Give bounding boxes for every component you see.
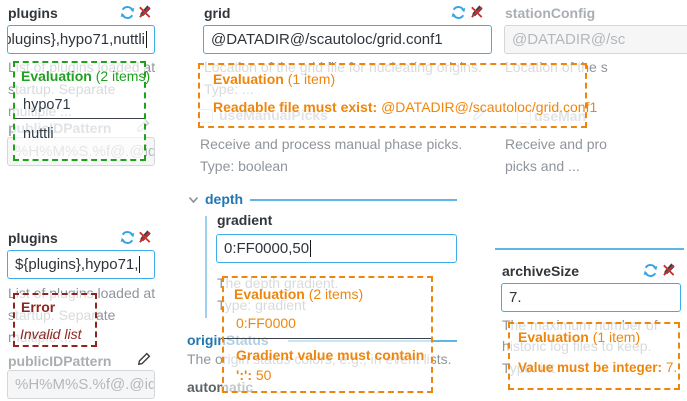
eval-item: nuttli (23, 126, 144, 142)
text-caret (146, 31, 147, 48)
scconfig-window: plugins ${plugins},hypo71,nuttli List of… (0, 0, 687, 401)
plugins-input-value: ${plugins},hypo71, (15, 256, 138, 273)
refresh-icon[interactable] (120, 230, 135, 245)
plugins-label: plugins (8, 5, 58, 21)
error-title: Error (21, 299, 95, 315)
error-message: Invalid list (20, 326, 95, 342)
publicIDPattern-value: %H%M%S.%f@.@id@ (15, 376, 155, 393)
evaluation-tooltip-gradient: Evaluation (2 items) 0:FF0000 Gradient v… (222, 276, 433, 393)
plugins-input[interactable]: ${plugins},hypo71,nuttli (7, 25, 155, 54)
grid-input[interactable]: @DATADIR@/scautoloc/grid.conf1 (203, 25, 492, 54)
eval-message-value: 50 (256, 367, 272, 383)
stationConfig-input[interactable]: @DATADIR@/sc (504, 25, 687, 54)
useManualPicks-description-line1: Receive and pro (505, 133, 607, 155)
reset-value-icon[interactable] (661, 262, 677, 277)
archiveSize-label: archiveSize (502, 263, 579, 279)
eval-separator (224, 338, 431, 339)
eval-message: Readable file must exist: @DATADIR@/scau… (213, 99, 585, 115)
gradient-input[interactable]: 0:FF0000,50 (216, 234, 457, 263)
plugins-input[interactable]: ${plugins},hypo71, (7, 250, 155, 279)
gradient-label: gradient (217, 212, 272, 228)
eval-title: Evaluation (518, 329, 589, 345)
stationConfig-label: stationConfig (505, 5, 595, 21)
reset-value-icon[interactable] (137, 229, 153, 244)
evaluation-tooltip-plugins: Evaluation (2 items) hypo71 nuttli (13, 61, 146, 161)
refresh-icon[interactable] (120, 5, 135, 20)
section-depth-title[interactable]: depth (205, 191, 243, 207)
section-line (250, 199, 457, 201)
eval-count: (1 item) (288, 71, 335, 87)
reset-value-icon[interactable] (469, 4, 485, 19)
eval-message-value: 7. (666, 360, 677, 375)
eval-count: (2 items) (96, 68, 150, 84)
eval-count: (1 item) (593, 329, 640, 345)
eval-header: Evaluation (2 items) (234, 286, 431, 302)
archiveSize-input[interactable]: 7. (501, 283, 681, 312)
eval-separator (15, 118, 144, 119)
edit-pencil-icon[interactable] (137, 352, 151, 366)
eval-title: Evaluation (21, 68, 92, 84)
useManualPicks-type: Type: boolean (200, 155, 288, 177)
eval-title: Evaluation (213, 71, 284, 87)
plugins-label: plugins (8, 230, 58, 246)
grid-input-value: @DATADIR@/scautoloc/grid.conf1 (211, 31, 443, 48)
useManualPicks-description: Receive and process manual phase picks. (200, 133, 462, 155)
text-caret (310, 240, 311, 257)
gradient-input-value: 0:FF0000,50 (224, 240, 309, 257)
archiveSize-input-value: 7. (509, 289, 522, 306)
eval-count: (2 items) (309, 286, 363, 302)
publicIDPattern-label: publicIDPattern (8, 353, 111, 369)
reset-value-icon[interactable] (137, 4, 153, 19)
eval-header: Evaluation (2 items) (21, 68, 144, 84)
publicIDPattern-input[interactable]: %H%M%S.%f@.@id@ (7, 370, 155, 399)
eval-title: Evaluation (234, 286, 305, 302)
chevron-down-icon[interactable] (188, 196, 199, 204)
useManualPicks-description-line2: picks and ... (505, 155, 580, 177)
eval-header: Evaluation (1 item) (213, 71, 585, 87)
text-caret (139, 256, 140, 273)
eval-message-value: @DATADIR@/scautoloc/grid.conf1 (381, 99, 597, 115)
indent-guide (205, 216, 207, 318)
refresh-icon[interactable] (643, 263, 658, 278)
evaluation-tooltip-archiveSize: Evaluation (1 item) Value must be intege… (508, 322, 680, 390)
eval-item: hypo71 (23, 97, 144, 113)
evaluation-tooltip-grid: Evaluation (1 item) Readable file must e… (198, 63, 587, 128)
section-line (495, 248, 684, 250)
eval-message: Value must be integer: 7. (518, 360, 678, 375)
error-tooltip: Error Invalid list (13, 293, 97, 347)
eval-message-label: Value must be integer: (518, 360, 662, 375)
grid-label: grid (204, 5, 230, 21)
stationConfig-value: @DATADIR@/sc (512, 31, 625, 48)
eval-message-label: Readable file must exist: (213, 99, 377, 115)
eval-header: Evaluation (1 item) (518, 329, 678, 345)
eval-message: Gradient value must contain ':': 50 (236, 345, 425, 385)
refresh-icon[interactable] (451, 5, 466, 20)
plugins-input-value: ${plugins},hypo71,nuttli (7, 31, 145, 48)
eval-item: 0:FF0000 (236, 315, 431, 331)
